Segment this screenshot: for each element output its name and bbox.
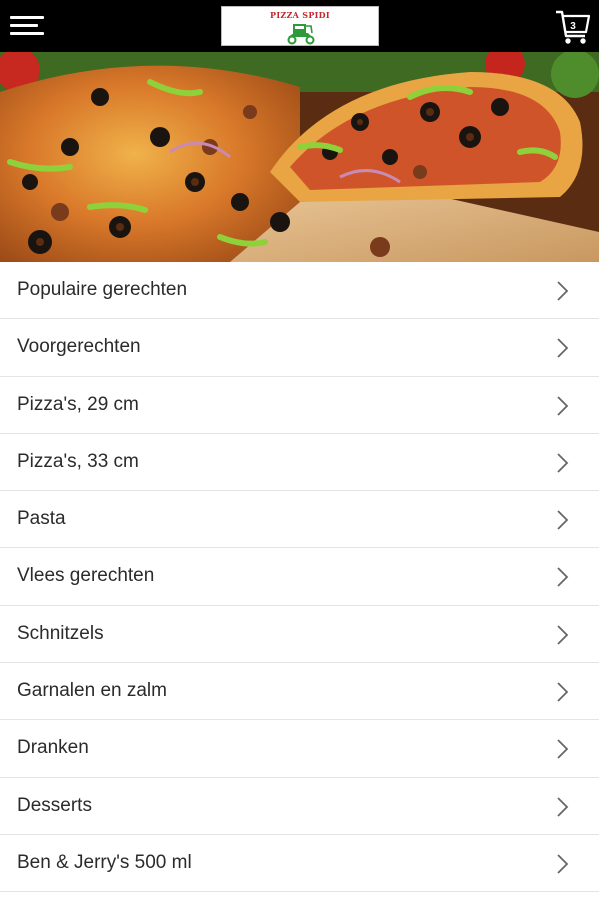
category-label: Pasta bbox=[17, 508, 66, 530]
hamburger-menu-icon[interactable] bbox=[10, 14, 46, 38]
cart-badge-count: 3 bbox=[570, 21, 576, 32]
category-item-dranken[interactable]: Dranken bbox=[0, 720, 599, 778]
chevron-right-icon bbox=[557, 567, 569, 588]
chevron-right-icon bbox=[557, 281, 569, 301]
chevron-right-icon bbox=[557, 682, 569, 702]
logo-text: PIZZA SPIDI bbox=[270, 10, 330, 20]
hero-banner bbox=[0, 52, 599, 262]
app-header: PIZZA SPIDI 3 bbox=[0, 0, 599, 52]
category-label: Pizza's, 33 cm bbox=[17, 450, 139, 472]
category-label: Ben & Jerry's 500 ml bbox=[17, 851, 192, 873]
chevron-right-icon bbox=[557, 625, 569, 645]
category-label: Pizza's, 29 cm bbox=[17, 393, 139, 415]
category-label: Vlees gerechten bbox=[17, 565, 155, 587]
chevron-right-icon bbox=[557, 854, 569, 874]
category-label: Dranken bbox=[17, 737, 89, 759]
category-item-vlees-gerechten[interactable]: Vlees gerechten bbox=[0, 548, 599, 606]
category-item-garnalen-en-zalm[interactable]: Garnalen en zalm bbox=[0, 663, 599, 721]
menu-line bbox=[10, 24, 38, 27]
category-item-pasta[interactable]: Pasta bbox=[0, 491, 599, 549]
chevron-right-icon bbox=[557, 395, 569, 416]
category-item-populaire-gerechten[interactable]: Populaire gerechten bbox=[0, 262, 599, 320]
category-item-pizzas-29[interactable]: Pizza's, 29 cm bbox=[0, 376, 599, 434]
pizza-photo bbox=[0, 52, 599, 262]
chevron-right-icon bbox=[557, 510, 569, 530]
chevron-right-icon bbox=[557, 338, 569, 358]
brand-logo[interactable]: PIZZA SPIDI bbox=[221, 6, 379, 46]
category-label: Voorgerechten bbox=[17, 336, 141, 358]
category-label: Schnitzels bbox=[17, 622, 104, 644]
category-list: Populaire gerechten Voorgerechten Pizza'… bbox=[0, 262, 599, 893]
category-label: Populaire gerechten bbox=[17, 279, 188, 300]
delivery-scooter-icon bbox=[287, 24, 315, 45]
category-item-schnitzels[interactable]: Schnitzels bbox=[0, 605, 599, 664]
category-label: Desserts bbox=[17, 794, 92, 816]
chevron-right-icon bbox=[557, 453, 569, 473]
menu-line bbox=[10, 32, 44, 35]
category-label: Garnalen en zalm bbox=[17, 680, 167, 702]
category-item-ben-and-jerrys[interactable]: Ben & Jerry's 500 ml bbox=[0, 834, 599, 893]
menu-line bbox=[10, 16, 44, 19]
shopping-cart-icon[interactable]: 3 bbox=[555, 8, 591, 46]
chevron-right-icon bbox=[557, 797, 569, 817]
category-item-pizzas-33[interactable]: Pizza's, 33 cm bbox=[0, 433, 599, 492]
chevron-right-icon bbox=[557, 739, 569, 760]
category-item-desserts[interactable]: Desserts bbox=[0, 777, 599, 835]
category-item-voorgerechten[interactable]: Voorgerechten bbox=[0, 319, 599, 377]
